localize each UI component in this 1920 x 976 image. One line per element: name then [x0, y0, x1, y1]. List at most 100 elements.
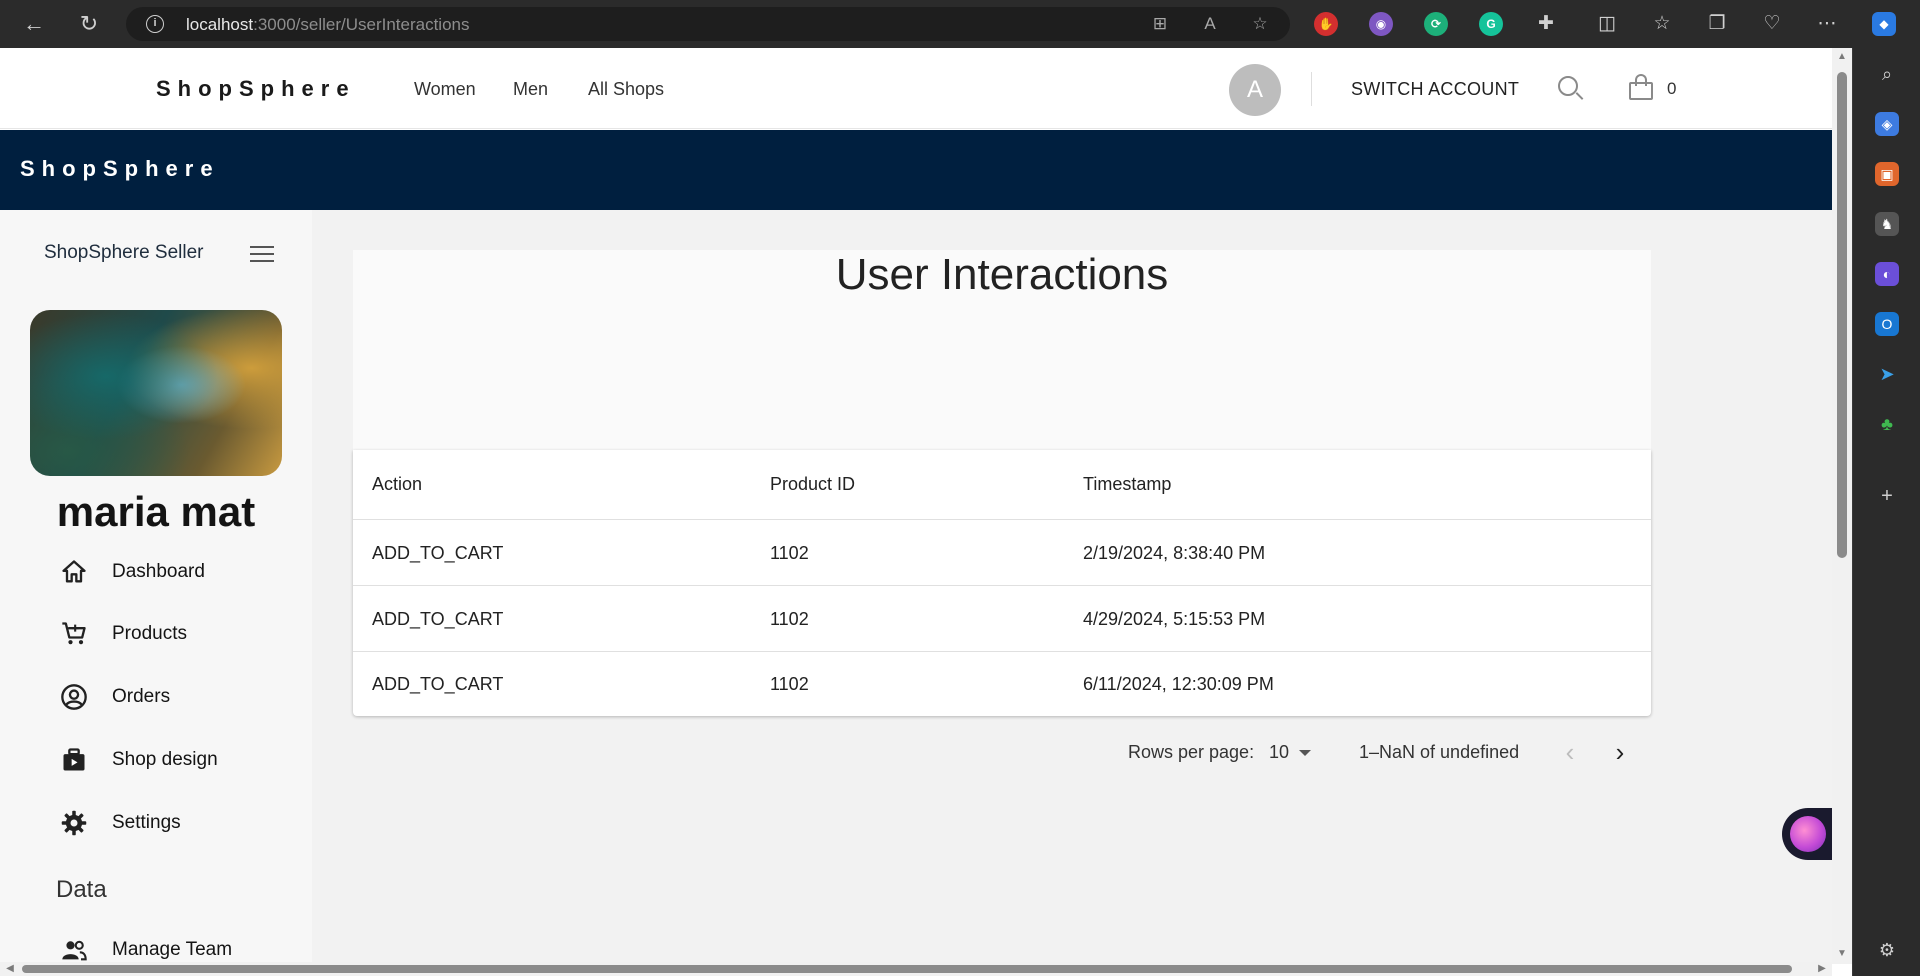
table-row[interactable]: ADD_TO_CART 1102 4/29/2024, 5:15:53 PM: [353, 586, 1651, 652]
sidebar-item-settings[interactable]: Settings: [56, 803, 296, 843]
site-header: ShopSphere Women Men All Shops A SWITCH …: [0, 48, 1832, 129]
cell-action: ADD_TO_CART: [372, 543, 504, 563]
sidebar-item-label: Dashboard: [112, 561, 205, 582]
extension-green-icon[interactable]: ⟳: [1424, 12, 1448, 36]
scroll-down-icon[interactable]: ▼: [1836, 948, 1848, 960]
nav-men[interactable]: Men: [513, 79, 548, 100]
cell-product-id: 1102: [770, 674, 809, 694]
switch-account-button[interactable]: SWITCH ACCOUNT: [1351, 79, 1519, 100]
search-icon[interactable]: [1558, 76, 1584, 102]
avatar[interactable]: A: [1229, 64, 1281, 116]
gear-icon: [61, 810, 87, 836]
user-circle-icon: [61, 684, 87, 710]
header-divider: [1311, 72, 1312, 106]
section-data-label: Data: [56, 876, 107, 903]
shopping-tag-icon[interactable]: ◈: [1875, 112, 1899, 136]
sidebar-title: ShopSphere Seller: [44, 242, 204, 263]
cell-product-id: 1102: [770, 543, 809, 563]
split-screen-icon[interactable]: ◫: [1594, 11, 1620, 37]
outlook-icon[interactable]: O: [1875, 312, 1899, 336]
interactions-table: Action Product ID Timestamp ADD_TO_CART …: [353, 450, 1651, 716]
favorites-icon[interactable]: ☆: [1649, 11, 1675, 37]
back-icon[interactable]: ←: [20, 10, 48, 38]
add-sidebar-icon[interactable]: +: [1875, 484, 1899, 508]
app-available-icon[interactable]: ⊞: [1150, 14, 1170, 34]
browser-sidebar: ⌕ ◈ ▣ ♞ ◐ O ➤ ♣ + ⚙: [1852, 48, 1920, 976]
menu-toggle-icon[interactable]: [250, 246, 274, 264]
home-icon: [62, 560, 86, 583]
seller-banner: ShopSphere: [0, 130, 1832, 210]
seller-sidebar: ShopSphere Seller maria mat Dashboard Pr…: [0, 210, 312, 962]
brain-icon: [1790, 816, 1826, 852]
scroll-right-icon[interactable]: ▶: [1816, 963, 1828, 975]
collections-icon[interactable]: ❐: [1704, 11, 1730, 37]
site-logo[interactable]: ShopSphere: [156, 76, 356, 102]
cart-count: 0: [1667, 79, 1677, 98]
cell-timestamp: 6/11/2024, 12:30:09 PM: [1083, 674, 1274, 694]
sidebar-item-label: Orders: [112, 686, 171, 707]
horizontal-scrollbar[interactable]: ◀ ▶: [0, 962, 1832, 976]
refresh-icon[interactable]: ↻: [75, 10, 103, 38]
adblock-extension-icon[interactable]: ✋: [1314, 12, 1338, 36]
tools-briefcase-icon[interactable]: ▣: [1875, 162, 1899, 186]
sidebar-item-label: Manage Team: [112, 939, 233, 960]
copilot-icon[interactable]: ◆: [1872, 12, 1896, 36]
profile-image: [30, 310, 282, 476]
sidebar-item-manage-team[interactable]: Manage Team: [56, 930, 296, 962]
column-header-product-id[interactable]: Product ID: [770, 474, 855, 495]
cell-product-id: 1102: [770, 609, 809, 629]
extensions-puzzle-icon[interactable]: ✚: [1533, 11, 1559, 37]
assistant-float-button[interactable]: [1782, 808, 1832, 860]
games-icon[interactable]: ♞: [1875, 212, 1899, 236]
sidebar-item-orders[interactable]: Orders: [56, 677, 296, 717]
sidebar-item-label: Settings: [112, 812, 181, 833]
telegram-icon[interactable]: ➤: [1875, 362, 1899, 386]
scroll-left-icon[interactable]: ◀: [4, 963, 16, 975]
cart-icon: [62, 622, 86, 645]
title-panel: User Interactions: [353, 250, 1651, 450]
tree-icon[interactable]: ♣: [1875, 412, 1899, 436]
cell-timestamp: 2/19/2024, 8:38:40 PM: [1083, 543, 1266, 563]
copilot-sidebar-icon[interactable]: ◐: [1875, 262, 1899, 286]
people-icon: [62, 940, 87, 961]
shopping-bag-icon[interactable]: [1629, 74, 1653, 100]
previous-page-icon[interactable]: ‹: [1555, 738, 1585, 768]
page-title: User Interactions: [835, 250, 1169, 299]
sidebar-item-shop-design[interactable]: Shop design: [56, 740, 296, 780]
sidebar-item-label: Shop design: [112, 749, 218, 770]
sidebar-settings-icon[interactable]: ⚙: [1875, 938, 1899, 962]
url-text[interactable]: localhost:3000/seller/UserInteractions: [186, 15, 470, 35]
video-library-icon: [63, 748, 85, 771]
sidebar-search-icon[interactable]: ⌕: [1875, 62, 1899, 86]
browser-toolbar: ← ↻ i localhost:3000/seller/UserInteract…: [0, 0, 1920, 48]
sidebar-item-label: Products: [112, 623, 187, 644]
scroll-up-icon[interactable]: ▲: [1836, 51, 1848, 63]
rows-per-page-value: 10: [1269, 742, 1290, 762]
vertical-scrollbar[interactable]: ▲ ▼: [1832, 48, 1852, 964]
extension-purple-icon[interactable]: ◉: [1369, 12, 1393, 36]
horizontal-scroll-thumb[interactable]: [22, 965, 1792, 973]
site-info-icon[interactable]: i: [146, 15, 164, 33]
table-row[interactable]: ADD_TO_CART 1102 2/19/2024, 8:38:40 PM: [353, 520, 1651, 586]
favorite-star-icon[interactable]: ☆: [1250, 14, 1270, 34]
table-row[interactable]: ADD_TO_CART 1102 6/11/2024, 12:30:09 PM: [353, 652, 1651, 716]
column-header-timestamp[interactable]: Timestamp: [1083, 474, 1171, 495]
vertical-scroll-thumb[interactable]: [1837, 72, 1847, 558]
more-menu-icon[interactable]: ⋯: [1814, 11, 1840, 37]
cell-timestamp: 4/29/2024, 5:15:53 PM: [1083, 609, 1266, 629]
browser-essentials-icon[interactable]: ♡: [1759, 11, 1785, 37]
nav-all-shops[interactable]: All Shops: [588, 79, 664, 100]
nav-women[interactable]: Women: [414, 79, 476, 100]
sidebar-item-products[interactable]: Products: [56, 614, 296, 654]
column-header-action[interactable]: Action: [372, 474, 422, 495]
grammarly-icon[interactable]: G: [1479, 12, 1503, 36]
user-name: maria mat: [56, 488, 256, 535]
next-page-icon[interactable]: ›: [1605, 738, 1635, 768]
rows-per-page-select[interactable]: 10: [1269, 742, 1312, 763]
cell-action: ADD_TO_CART: [372, 674, 504, 694]
address-bar[interactable]: i localhost:3000/seller/UserInteractions…: [126, 7, 1290, 41]
pagination-range: 1–NaN of undefined: [1359, 742, 1520, 762]
table-header-row: Action Product ID Timestamp: [353, 450, 1651, 520]
read-aloud-icon[interactable]: A: [1200, 14, 1220, 34]
sidebar-item-dashboard[interactable]: Dashboard: [56, 552, 296, 592]
